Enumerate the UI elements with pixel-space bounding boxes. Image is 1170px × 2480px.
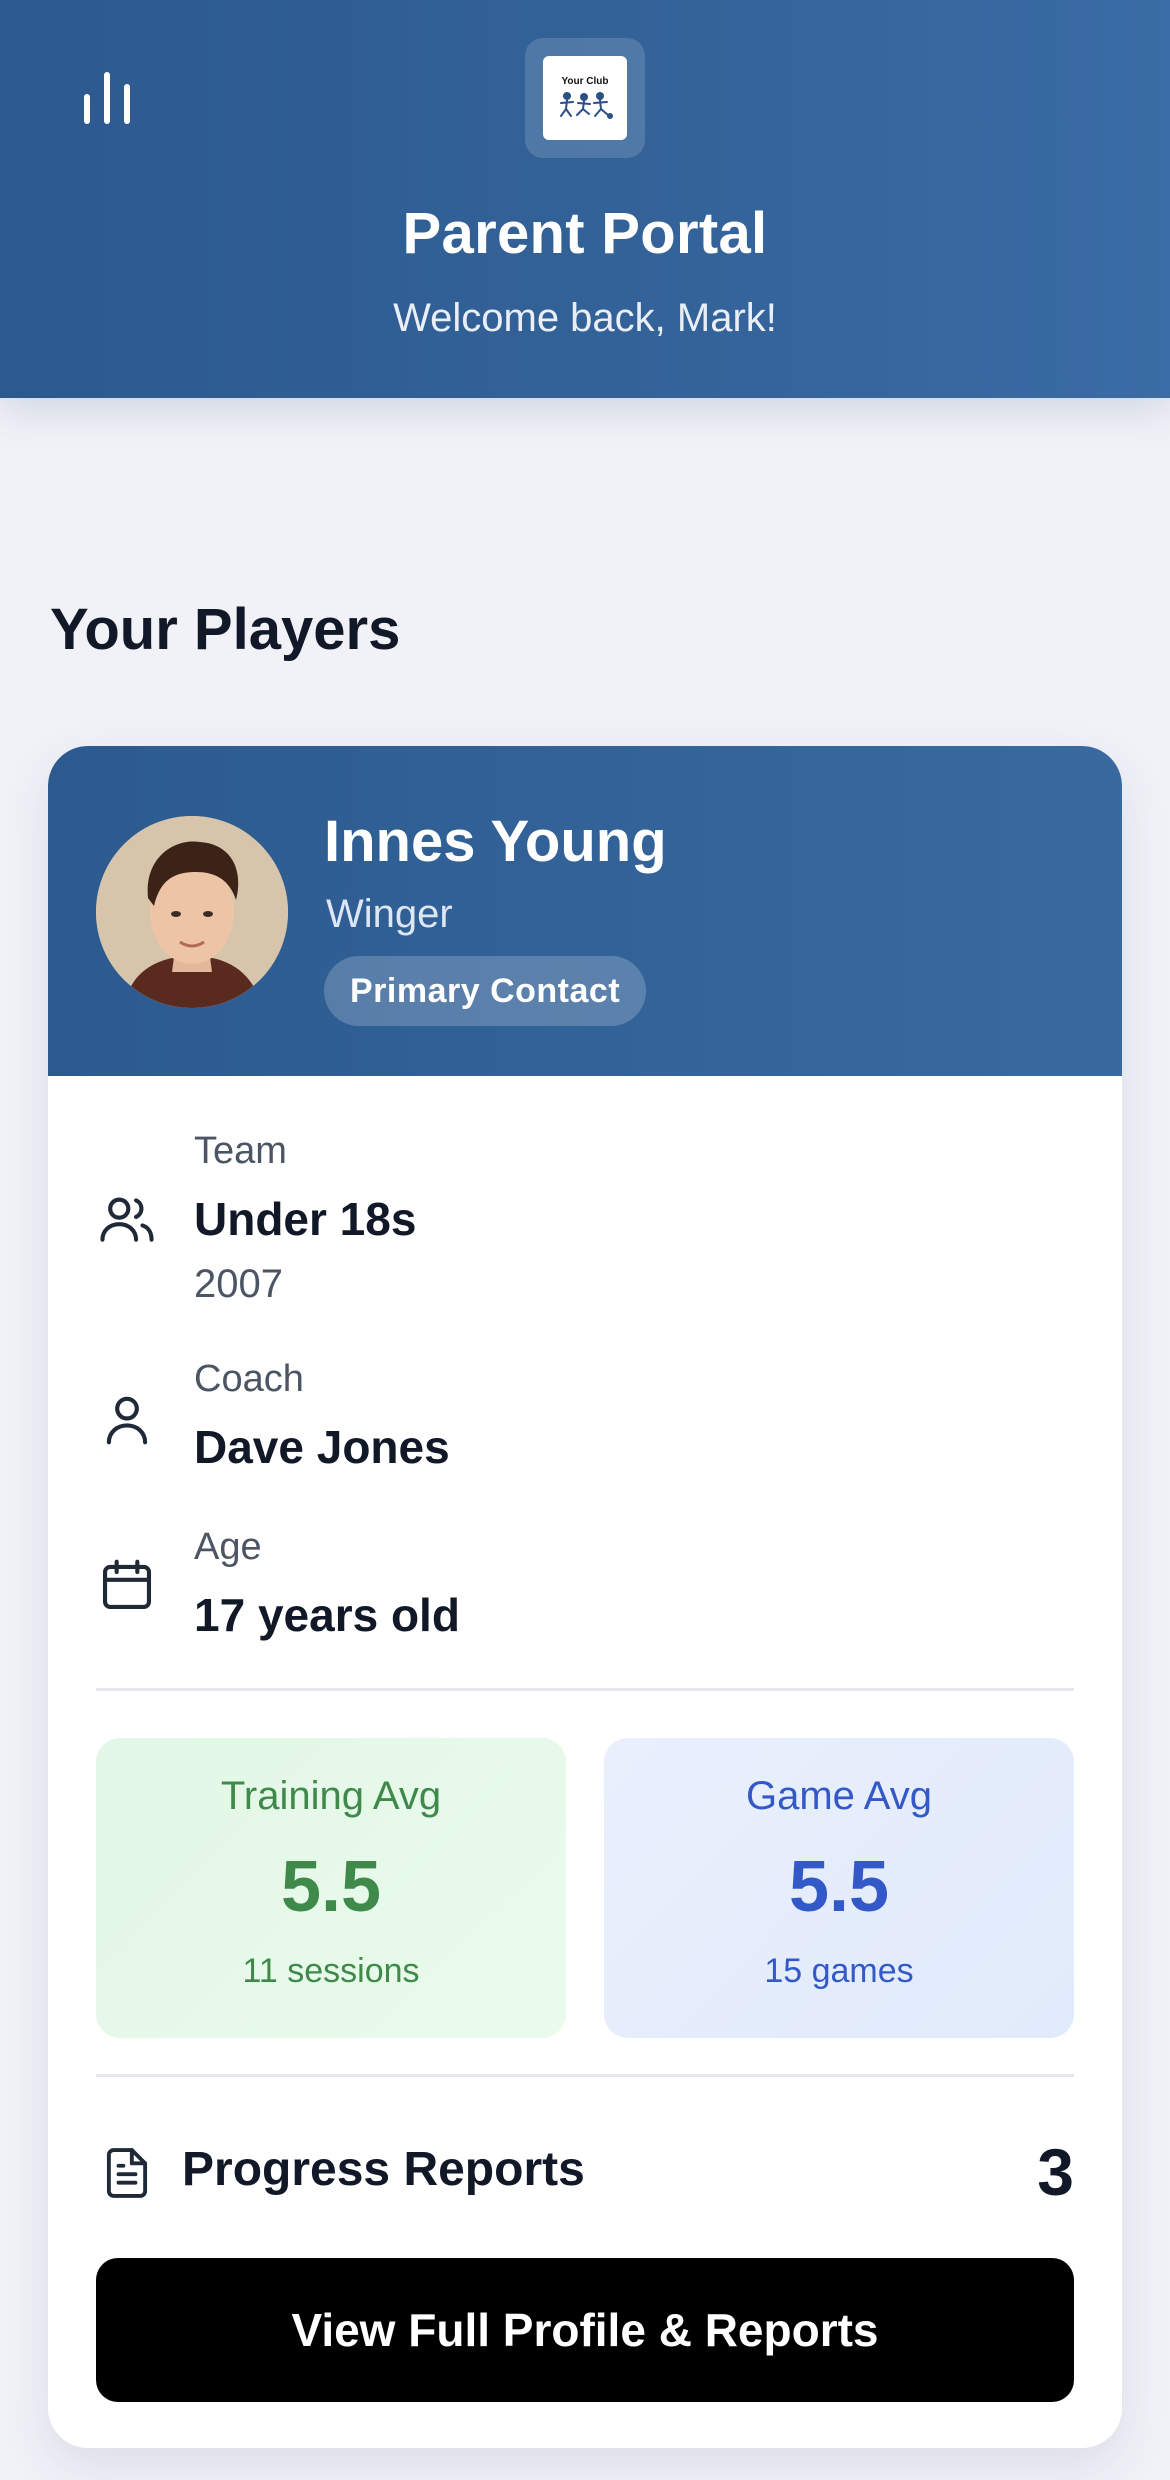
bar-chart-icon: [84, 94, 90, 124]
game-count: 15 games: [764, 1952, 914, 1990]
calendar-icon: [102, 1559, 152, 1610]
game-avg-value: 5.5: [788, 1847, 890, 1927]
player-position: Winger: [326, 892, 453, 936]
coach-label: Coach: [194, 1358, 304, 1400]
divider: [96, 1688, 1074, 1691]
age-value: 17 years old: [194, 1589, 460, 1641]
menu-button[interactable]: [72, 62, 142, 132]
team-value: Under 18s: [194, 1193, 417, 1245]
player-name: Innes Young: [324, 809, 667, 874]
view-profile-button[interactable]: View Full Profile & Reports: [96, 2258, 1074, 2402]
progress-reports-label: Progress Reports: [182, 2143, 585, 2196]
player-photo: [96, 816, 288, 1008]
bar-chart-icon-bar: [124, 84, 130, 124]
player-card: Innes Young Winger Primary Contact Team …: [48, 746, 1122, 2448]
coach-value: Dave Jones: [194, 1421, 450, 1473]
training-avg-label: Training Avg: [220, 1774, 442, 1818]
users-icon: [100, 1197, 154, 1242]
age-label: Age: [194, 1526, 262, 1568]
progress-reports-count: 3: [1037, 2135, 1074, 2209]
avatar: [96, 816, 288, 1008]
training-sessions: 11 sessions: [242, 1952, 420, 1990]
player-card-header: Innes Young Winger Primary Contact: [48, 746, 1122, 1076]
section-title: Your Players: [50, 597, 401, 662]
app-header: Your Club Parent Portal Welcome back, Ma…: [0, 0, 1170, 398]
club-logo: Your Club: [525, 38, 645, 158]
training-avg-card: Training Avg 5.5 11 sessions: [96, 1738, 566, 2038]
game-avg-label: Game Avg: [745, 1774, 933, 1818]
user-icon: [106, 1396, 148, 1445]
game-avg-card: Game Avg 5.5 15 games: [604, 1738, 1074, 2038]
training-avg-value: 5.5: [280, 1847, 382, 1927]
team-label: Team: [194, 1130, 287, 1172]
welcome-message: Welcome back, Mark!: [393, 296, 777, 340]
players-figures-icon: [560, 92, 613, 119]
team-year: 2007: [194, 1262, 283, 1306]
primary-contact-badge: Primary Contact: [324, 956, 647, 1026]
club-logo-text: Your Club: [561, 76, 609, 87]
page-title: Parent Portal: [402, 201, 768, 266]
document-icon: [106, 2148, 148, 2198]
club-logo-badge: Your Club: [543, 56, 627, 140]
divider: [96, 2074, 1074, 2077]
bar-chart-icon-bar: [104, 72, 110, 124]
